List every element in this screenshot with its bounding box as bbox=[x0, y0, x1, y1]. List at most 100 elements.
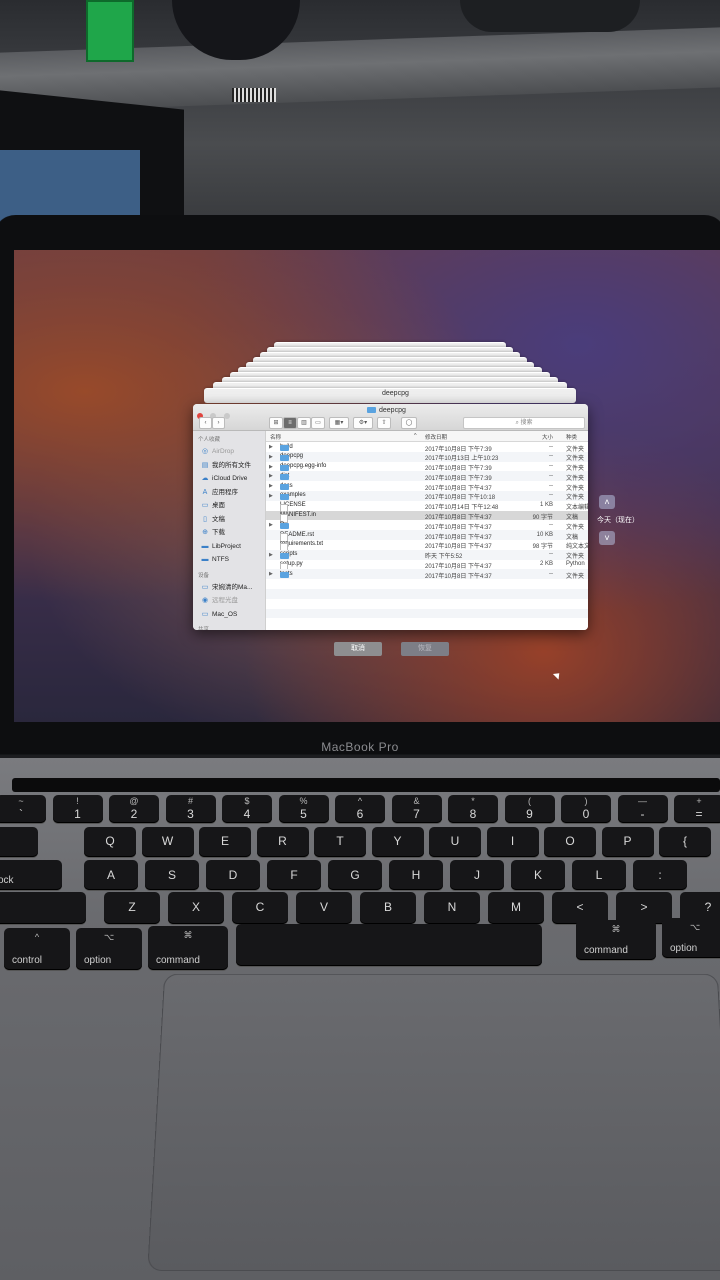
key-letter[interactable]: J bbox=[450, 860, 504, 890]
key-letter[interactable]: : bbox=[633, 860, 687, 890]
key-letter[interactable]: M bbox=[488, 892, 544, 924]
file-row[interactable]: MANIFEST.in 2017年10月8日 下午4:37 90 字节 文稿 bbox=[266, 510, 588, 523]
sidebar-favorite-item[interactable]: ▯ 文稿 bbox=[193, 513, 265, 527]
file-row[interactable]: ▶R2017年10月8日 下午4:37--文件夹 bbox=[266, 520, 588, 531]
file-row[interactable]: setup.py 2017年10月8日 下午4:37 2 KB Python bbox=[266, 560, 588, 572]
share-button[interactable]: ⇧ bbox=[377, 417, 391, 429]
action-gear-button[interactable]: ⚙▾ bbox=[353, 417, 373, 429]
key-letter[interactable]: L bbox=[572, 860, 626, 890]
key-letter[interactable]: Y bbox=[371, 827, 424, 857]
disclosure-triangle-icon[interactable]: ▶ bbox=[269, 571, 273, 577]
key-space[interactable] bbox=[236, 924, 542, 966]
file-row[interactable]: ▶ deepcpg.egg-info 2017年10月8日 下午7:39 -- 文件夹 bbox=[266, 462, 588, 472]
key-letter[interactable]: E bbox=[199, 827, 251, 857]
key-number[interactable]: ^ 6 bbox=[335, 795, 385, 823]
file-row[interactable]: ▶scripts昨天 下午5:52--文件夹 bbox=[266, 549, 588, 560]
disclosure-triangle-icon[interactable]: ▶ bbox=[269, 444, 273, 450]
restore-button[interactable]: 恢复 bbox=[401, 642, 449, 656]
key-letter[interactable]: A bbox=[84, 860, 138, 890]
key-letter[interactable]: H bbox=[389, 860, 443, 890]
list-view-button[interactable]: ≡ bbox=[283, 417, 297, 429]
file-row[interactable]: ▶ examples 2017年10月8日 下午10:18 -- 文件夹 bbox=[266, 490, 588, 501]
sidebar-device-item[interactable]: ◉ 远程光盘 bbox=[193, 594, 265, 608]
key-letter[interactable]: Q bbox=[84, 827, 136, 857]
tags-button[interactable]: ◯ bbox=[401, 417, 417, 429]
key-number[interactable]: + = bbox=[674, 795, 720, 823]
key-command-right[interactable]: ⌘ command bbox=[576, 920, 656, 960]
key-tab[interactable]: ab bbox=[0, 827, 38, 857]
sidebar-favorite-item[interactable]: ▤ 我的所有文件 bbox=[193, 459, 265, 473]
key-number[interactable]: @2 bbox=[109, 795, 159, 823]
finder-window[interactable]: deepcpg ‹ › ⊞ ≡ ▥ ▭ ▦▾ ⚙▾ ⇧ ◯ ⌕ 搜索 个人收藏 … bbox=[193, 404, 588, 630]
column-modified[interactable]: 修改日期 bbox=[425, 433, 447, 441]
sidebar-favorite-item[interactable]: ▬ NTFS bbox=[193, 553, 265, 567]
key-command-left[interactable]: ⌘ command bbox=[148, 926, 228, 970]
column-view-button[interactable]: ▥ bbox=[297, 417, 311, 429]
sidebar-favorite-item[interactable]: ☁ iCloud Drive bbox=[193, 472, 265, 486]
disclosure-triangle-icon[interactable]: ▶ bbox=[269, 483, 273, 489]
key-letter[interactable]: N bbox=[424, 892, 480, 924]
key-number[interactable]: ! 1 bbox=[52, 795, 103, 823]
key-number[interactable]: #3 bbox=[165, 795, 216, 823]
touch-bar[interactable] bbox=[12, 778, 720, 792]
key-letter[interactable]: X bbox=[168, 892, 224, 924]
key-number[interactable]: ~ ` bbox=[0, 795, 46, 823]
key-option-left[interactable]: ⌥ option bbox=[76, 928, 142, 970]
search-field[interactable]: ⌕ 搜索 bbox=[463, 417, 585, 429]
key-letter[interactable]: { bbox=[659, 827, 711, 857]
sidebar-device-item[interactable]: ▭ Mac_OS bbox=[193, 608, 265, 622]
column-kind[interactable]: 种类 bbox=[566, 433, 577, 441]
disclosure-triangle-icon[interactable]: ▶ bbox=[269, 522, 273, 528]
cover-flow-button[interactable]: ▭ bbox=[311, 417, 325, 429]
timeline-up-arrow-icon[interactable]: ˄ bbox=[599, 495, 615, 509]
key-letter[interactable]: U bbox=[429, 827, 481, 857]
key-shift-left[interactable] bbox=[0, 892, 86, 924]
key-letter[interactable]: K bbox=[511, 860, 565, 890]
key-letter[interactable]: Z bbox=[104, 892, 160, 924]
key-letter[interactable]: P bbox=[601, 827, 654, 857]
key-letter[interactable]: S bbox=[145, 860, 199, 890]
column-size[interactable]: 大小 bbox=[542, 433, 553, 441]
disclosure-triangle-icon[interactable]: ▶ bbox=[269, 454, 273, 460]
file-row[interactable]: ▶build2017年10月8日 下午7:39--文件夹 bbox=[266, 442, 588, 453]
forward-button[interactable]: › bbox=[212, 417, 225, 429]
key-number[interactable]: — - bbox=[617, 795, 668, 823]
timeline-down-arrow-icon[interactable]: ˅ bbox=[599, 531, 615, 545]
file-row[interactable]: ▶docs2017年10月8日 下午4:37--文件夹 bbox=[266, 481, 588, 492]
key-letter[interactable]: B bbox=[360, 892, 416, 924]
key-letter[interactable]: O bbox=[544, 827, 596, 857]
key-letter[interactable]: C bbox=[232, 892, 288, 924]
file-row[interactable]: README.rst 2017年10月8日 下午4:37 10 KB 文稿 bbox=[266, 530, 588, 543]
disclosure-triangle-icon[interactable]: ▶ bbox=[269, 473, 273, 479]
key-number[interactable]: % 5 bbox=[278, 795, 329, 823]
disclosure-triangle-icon[interactable]: ▶ bbox=[269, 493, 273, 499]
sidebar-favorite-item[interactable]: ▬ LibProject bbox=[193, 540, 265, 554]
file-row[interactable]: ▶tests2017年10月8日 下午4:37--文件夹 bbox=[266, 569, 588, 580]
key-control[interactable]: ^ control bbox=[4, 928, 70, 970]
file-row[interactable]: ▶ deepcpg 2017年10月13日 上午10:23 -- 文件夹 bbox=[266, 451, 588, 462]
disclosure-triangle-icon[interactable]: ▶ bbox=[269, 552, 273, 558]
sidebar-device-item[interactable]: ▭ 宋婉清的Ma... bbox=[193, 581, 265, 595]
file-row[interactable]: requirements.txt 2017年10月8日 下午4:37 98 字节 纯文… bbox=[266, 540, 588, 552]
trackpad[interactable] bbox=[147, 973, 720, 1272]
sidebar-favorite-item[interactable]: ◎ AirDrop bbox=[193, 445, 265, 459]
key-number[interactable]: $4 bbox=[222, 795, 272, 823]
sidebar-favorite-item[interactable]: ⊕ 下载 bbox=[193, 526, 265, 540]
key-number[interactable]: ) 0 bbox=[561, 795, 611, 823]
key-letter[interactable]: I bbox=[486, 827, 539, 857]
disclosure-triangle-icon[interactable]: ▶ bbox=[269, 464, 273, 470]
file-row[interactable]: ▶dist2017年10月8日 下午7:39--文件夹 bbox=[266, 471, 588, 482]
file-row[interactable]: LICENSE 2017年10月14日 下午12:48 1 KB 文本编辑 bbox=[266, 501, 588, 513]
key-letter[interactable]: W bbox=[141, 827, 194, 857]
key-number[interactable]: & 7 bbox=[391, 795, 442, 823]
cancel-button[interactable]: 取消 bbox=[334, 642, 382, 656]
key-caps-lock[interactable]: s lock bbox=[0, 860, 62, 890]
key-option-right[interactable]: ⌥ option bbox=[662, 918, 720, 958]
key-number[interactable]: (9 bbox=[504, 795, 555, 823]
key-letter[interactable]: V bbox=[296, 892, 352, 924]
arrange-button[interactable]: ▦▾ bbox=[329, 417, 349, 429]
key-number[interactable]: * 8 bbox=[448, 795, 498, 823]
column-name[interactable]: 名称 bbox=[270, 433, 281, 441]
key-letter[interactable]: F bbox=[267, 860, 321, 890]
sidebar-favorite-item[interactable]: ▭ 桌面 bbox=[193, 499, 265, 513]
